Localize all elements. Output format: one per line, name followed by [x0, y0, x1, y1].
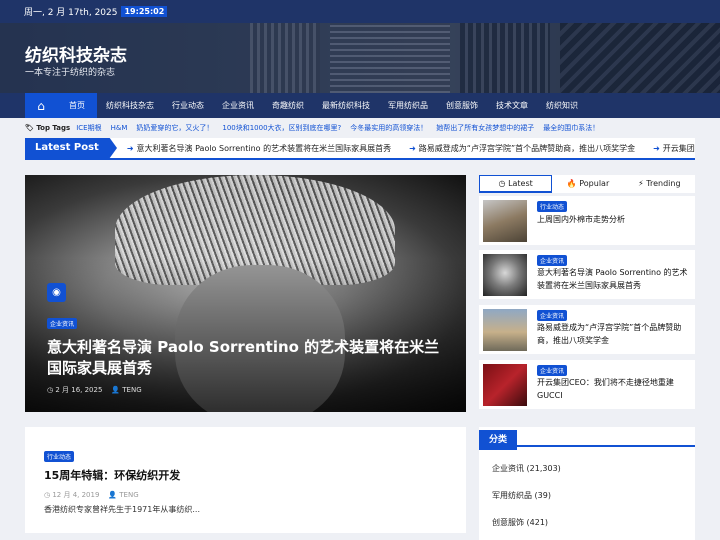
- camera-icon: ◉: [47, 283, 66, 302]
- fire-icon: 🔥: [566, 178, 577, 188]
- post-excerpt: 香港纺织专家曾祥先生于1971年从事纺织...: [44, 505, 200, 514]
- nav-item-company-news[interactable]: 企业资讯: [213, 93, 263, 118]
- clock-icon: ◷: [47, 386, 54, 394]
- nav-item-home[interactable]: 首页: [57, 93, 97, 118]
- circle-arrow-icon: ➜: [126, 143, 134, 153]
- top-tags-bar: 🏷 Top Tags ICE期根 H&M 奶奶爱穿的它，又火了！ 100块和10…: [25, 121, 608, 135]
- ticker-item[interactable]: ➜开云集团CEO：我: [653, 143, 695, 154]
- sidebar-post[interactable]: 企业资讯 意大利著名导演 Paolo Sorrentino 的艺术装置将在米兰国…: [479, 250, 695, 299]
- post-thumbnail[interactable]: [483, 309, 527, 351]
- sidebar-post-title[interactable]: 上周国内外棉市走势分析: [537, 213, 689, 226]
- sidebar-tabs: ◷ Latest 🔥 Popular ⚡ Trending: [479, 175, 695, 193]
- top-date-bar: 周一, 2 月 17th, 2025 19:25:02: [0, 0, 720, 23]
- category-badge[interactable]: 企业资讯: [537, 255, 568, 266]
- category-badge[interactable]: 行业动态: [44, 451, 75, 462]
- latest-post-ticker: Latest Post ➜ 意大利著名导演 Paolo Sorrentino 的艺…: [25, 138, 695, 160]
- tag-link[interactable]: 奶奶爱穿的它，又火了！: [136, 123, 213, 133]
- category-link[interactable]: 创意服饰 (421): [492, 517, 548, 528]
- sidebar-post[interactable]: 企业资讯 路易威登成为“卢浮宫学院”首个品牌赞助商，推出八项奖学金: [479, 305, 695, 354]
- nav-item-latest-tech[interactable]: 最新纺织科技: [313, 93, 379, 118]
- clock-icon: ◷: [44, 491, 51, 499]
- ticker-item[interactable]: ➜ 意大利著名导演 Paolo Sorrentino 的艺术装置将在米兰国际家具展…: [127, 143, 391, 154]
- nav-item-magazine[interactable]: 纺织科技杂志: [97, 93, 163, 118]
- category-badge[interactable]: 企业资讯: [47, 318, 78, 329]
- categories-widget: 分类 企业资讯 (21,303) 军用纺织品 (39) 创意服饰 (421): [479, 427, 695, 540]
- top-tags-label: 🏷 Top Tags: [25, 124, 71, 132]
- post-thumbnail[interactable]: [483, 200, 527, 242]
- tag-link[interactable]: 100块和1000大衣，区别到底在哪里?: [222, 123, 341, 133]
- bolt-icon: ⚡: [638, 178, 644, 188]
- user-icon: 👤: [108, 491, 118, 499]
- tag-link[interactable]: H&M: [111, 124, 128, 132]
- clock-icon: ◷: [498, 179, 506, 188]
- post-thumbnail[interactable]: [483, 364, 527, 406]
- tag-icon: 🏷: [25, 124, 34, 132]
- tab-trending[interactable]: ⚡ Trending: [624, 175, 695, 193]
- featured-post-meta: ◷ 2 月 16, 2025 👤 TENG: [47, 386, 142, 394]
- categories-heading: 分类: [479, 427, 695, 450]
- tag-link[interactable]: 她帮出了所有女孩梦想中的裙子: [436, 123, 534, 133]
- circle-arrow-icon: ➜: [653, 143, 660, 153]
- tag-link[interactable]: ICE期根: [76, 123, 101, 133]
- latest-post-label: Latest Post: [25, 138, 117, 158]
- featured-post[interactable]: ◉ 企业资讯 意大利著名导演 Paolo Sorrentino 的艺术装置将在米…: [25, 175, 466, 412]
- nav-item-fun-textile[interactable]: 奇趣纺织: [263, 93, 313, 118]
- category-link[interactable]: 军用纺织品 (39): [492, 490, 551, 501]
- nav-item-creative-fashion[interactable]: 创意服饰: [437, 93, 487, 118]
- ticker-item[interactable]: ➜ 路易威登成为“卢浮宫学院”首个品牌赞助商，推出八项奖学金: [409, 143, 635, 154]
- site-description: 一本专注于纺织的杂志: [25, 68, 116, 78]
- main-navigation: ⌂ 首页 纺织科技杂志 行业动态 企业资讯 奇趣纺织 最新纺织科技 军用纺织品 …: [0, 93, 720, 118]
- sidebar-post-title[interactable]: 意大利著名导演 Paolo Sorrentino 的艺术装置将在米兰国际家具展首…: [537, 266, 689, 292]
- category-badge[interactable]: 企业资讯: [537, 365, 568, 376]
- site-title[interactable]: 纺织科技杂志: [25, 41, 127, 66]
- site-header: 纺织科技杂志 一本专注于纺织的杂志: [0, 23, 720, 93]
- post-meta: ◷ 12 月 4, 2019 👤 TENG: [44, 491, 139, 499]
- user-icon: 👤: [111, 386, 121, 394]
- sidebar-post-title[interactable]: 开云集团CEO：我们将不走捷径地重建GUCCI: [537, 376, 689, 402]
- category-link[interactable]: 企业资讯 (21,303): [492, 463, 561, 474]
- nav-item-military-textiles[interactable]: 军用纺织品: [379, 93, 437, 118]
- home-icon[interactable]: ⌂: [25, 93, 57, 118]
- tab-latest[interactable]: ◷ Latest: [479, 175, 553, 193]
- category-badge[interactable]: 行业动态: [537, 201, 568, 212]
- tag-link[interactable]: 今冬最实用的高领穿法！: [350, 123, 427, 133]
- current-date: 周一, 2 月 17th, 2025: [24, 8, 118, 18]
- current-time: 19:25:02: [121, 6, 168, 17]
- sidebar-post-title[interactable]: 路易威登成为“卢浮宫学院”首个品牌赞助商，推出八项奖学金: [537, 321, 689, 347]
- sidebar-post[interactable]: 行业动态 上周国内外棉市走势分析: [479, 196, 695, 245]
- nav-item-tech-articles[interactable]: 技术文章: [487, 93, 537, 118]
- category-badge[interactable]: 企业资讯: [537, 310, 568, 321]
- post-title[interactable]: 15周年特辑：环保纺织开发: [44, 467, 180, 483]
- featured-post-title[interactable]: 意大利著名导演 Paolo Sorrentino 的艺术装置将在米兰国际家具展首…: [47, 337, 447, 379]
- sidebar-post[interactable]: 企业资讯 开云集团CEO：我们将不走捷径地重建GUCCI: [479, 360, 695, 409]
- nav-item-industry-news[interactable]: 行业动态: [163, 93, 213, 118]
- tag-link[interactable]: 最全的围巾系法！: [543, 123, 599, 133]
- post-thumbnail[interactable]: [483, 254, 527, 296]
- circle-arrow-icon: ➜: [409, 143, 416, 153]
- post-card: 行业动态 15周年特辑：环保纺织开发 ◷ 12 月 4, 2019 👤 TENG…: [25, 427, 466, 533]
- nav-item-textile-knowledge[interactable]: 纺织知识: [537, 93, 587, 118]
- tab-popular[interactable]: 🔥 Popular: [552, 175, 623, 193]
